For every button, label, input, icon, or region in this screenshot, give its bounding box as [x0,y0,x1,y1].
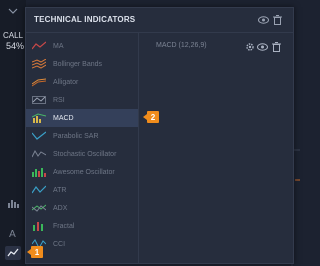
indicator-label: MACD [53,114,74,122]
eye-icon[interactable] [257,41,268,52]
indicator-item-awesome-oscillator[interactable]: Awesome Oscillator [26,163,138,181]
indicator-label: MA [53,42,64,50]
indicator-item-bollinger-bands[interactable]: Bollinger Bands [26,55,138,73]
call-label: CALL [3,31,24,40]
indicator-label: RSI [53,96,65,104]
eye-icon[interactable] [257,14,269,26]
panel-title: TECHNICAL INDICATORS [34,15,136,24]
left-toolbar: CALL 54% A [0,0,26,266]
adx-icon [32,202,46,214]
indicator-label: Alligator [53,78,79,86]
indicator-item-rsi[interactable]: RSI [26,91,138,109]
active-indicator-name: MACD (12,26,9) [156,42,207,49]
indicator-item-stochastic-oscillator[interactable]: Stochastic Oscillator [26,145,138,163]
call-percent: 54% [6,41,25,51]
indicator-label: Fractal [53,222,75,230]
trash-icon[interactable] [271,41,282,52]
alligator-icon [32,76,46,88]
indicator-item-alligator[interactable]: Alligator [26,73,138,91]
rsi-icon [32,94,46,106]
chevron-down-icon[interactable] [5,4,21,18]
indicator-label: Awesome Oscillator [53,168,115,176]
active-indicator-row: MACD (12,26,9) [146,40,291,54]
indicator-label: Parabolic SAR [53,132,99,140]
atr-icon [32,184,46,196]
callout-badge-1: 1 [27,246,43,258]
fractal-icon [32,220,46,232]
indicator-label: ADX [53,204,68,212]
indicators-icon [7,248,19,257]
indicator-item-fractal[interactable]: Fractal [26,217,138,235]
chart-type-icon[interactable] [5,196,21,210]
bollinger-bands-icon [32,58,46,70]
awesome-oscillator-icon [32,166,46,178]
indicator-item-adx[interactable]: ADX [26,199,138,217]
technical-indicators-panel: TECHNICAL INDICATORS MA Bollinger Bands … [25,7,294,264]
stochastic-oscillator-icon [32,148,46,160]
indicator-item-ma[interactable]: MA [26,37,138,55]
indicator-label: Stochastic Oscillator [53,150,117,158]
indicator-item-macd[interactable]: MACD [26,109,138,127]
indicator-label: ATR [53,186,67,194]
trash-icon[interactable] [271,14,283,26]
callout-badge-2: 2 [143,111,159,123]
indicator-label: Bollinger Bands [53,60,103,68]
indicator-item-atr[interactable]: ATR [26,181,138,199]
gear-icon[interactable] [244,41,255,52]
ma-icon [32,40,46,52]
parabolic-sar-icon [32,130,46,142]
panel-header: TECHNICAL INDICATORS [26,8,293,33]
macd-icon [32,112,46,124]
indicator-label: CCI [53,240,66,248]
indicator-list: MA Bollinger Bands Alligator RSI MACD Pa… [26,33,139,263]
indicators-button[interactable] [5,246,21,260]
indicator-item-parabolic-sar[interactable]: Parabolic SAR [26,127,138,145]
svg-text:A: A [9,229,16,239]
drawing-tools-icon[interactable]: A [5,226,21,240]
